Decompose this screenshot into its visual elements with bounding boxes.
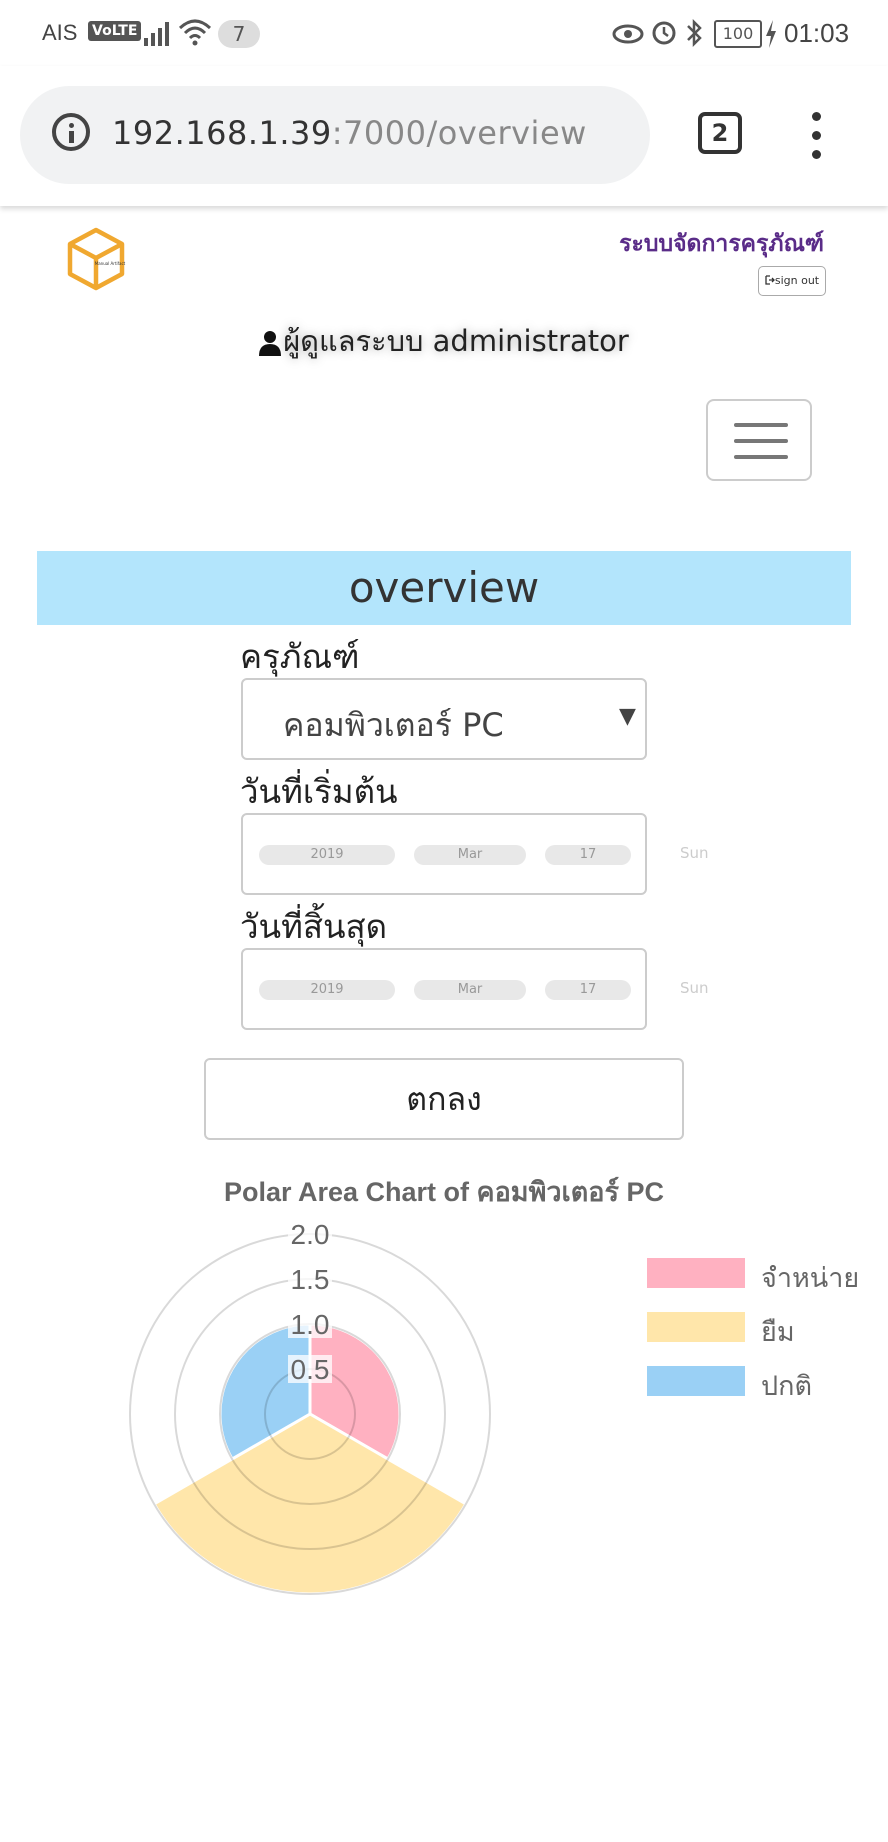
start-date-label: วันที่เริ่มต้น (240, 772, 398, 811)
url-host: 192.168.1.39 (112, 114, 332, 152)
legend-label: จำหน่าย (761, 1263, 860, 1294)
clock: 01:03 (784, 18, 850, 48)
cube-logo-icon: Manual Artifact (67, 227, 126, 291)
polar-area-chart: 0.5 1.0 1.5 2.0 (129, 1219, 491, 1596)
carrier-label: AIS (42, 20, 78, 45)
battery-level: 100 (722, 24, 754, 43)
legend-swatch (647, 1312, 745, 1342)
tab-count: 2 (711, 119, 729, 147)
status-bar: AIS VoLTE 7 100 01:03 (0, 0, 888, 66)
end-day[interactable]: 17 (545, 980, 631, 1000)
more-menu-icon[interactable] (810, 112, 822, 160)
charging-icon (766, 20, 776, 48)
browser-toolbar: 192.168.1.39:7000/overview 2 (0, 66, 888, 206)
legend-label: ยืม (761, 1317, 795, 1348)
start-date-input[interactable]: 2019 Mar 17 (241, 813, 647, 895)
start-year[interactable]: 2019 (259, 845, 395, 865)
logo-text: Manual Artifact (95, 261, 126, 266)
dropdown-arrow-icon: ▼ (619, 704, 636, 729)
user-icon (259, 331, 282, 356)
notification-count: 7 (218, 20, 260, 48)
tick-label-4: 2.0 (291, 1219, 330, 1250)
admin-name: ผู้ดูแลระบบ administrator (283, 324, 629, 358)
tab-switcher-button[interactable]: 2 (698, 112, 742, 154)
start-day[interactable]: 17 (545, 845, 631, 865)
equipment-selected-value: คอมพิวเตอร์ PC (283, 706, 504, 744)
tick-label-3: 1.5 (291, 1264, 330, 1295)
menu-toggle-button[interactable] (706, 399, 812, 481)
end-weekday: Sun (680, 979, 709, 997)
battery-icon: 100 (714, 20, 762, 48)
signal-icon (144, 22, 169, 46)
legend-swatch (647, 1366, 745, 1396)
alarm-icon (652, 21, 676, 45)
legend-label: ปกติ (761, 1371, 813, 1402)
end-year[interactable]: 2019 (259, 980, 395, 1000)
sign-out-button[interactable]: sign out (758, 266, 826, 296)
start-month[interactable]: Mar (414, 845, 526, 865)
equipment-select[interactable]: คอมพิวเตอร์ PC ▼ (241, 678, 647, 760)
eye-comfort-icon (612, 24, 644, 44)
url-text[interactable]: 192.168.1.39:7000/overview (112, 114, 587, 152)
sign-out-icon (765, 275, 775, 285)
tick-label-1: 0.5 (291, 1354, 330, 1385)
bluetooth-icon (687, 18, 702, 48)
end-date-label: วันที่สิ้นสุด (240, 907, 388, 946)
address-bar[interactable]: 192.168.1.39:7000/overview (20, 86, 650, 184)
volte-badge: VoLTE (88, 21, 142, 41)
admin-user-label: ผู้ดูแลระบบ administrator (0, 318, 888, 364)
system-title: ระบบจัดการครุภัณฑ์ (619, 231, 824, 257)
equipment-label: ครุภัณฑ์ (240, 637, 360, 676)
info-icon[interactable] (52, 113, 90, 151)
wifi-icon (178, 19, 212, 46)
start-weekday: Sun (680, 844, 709, 862)
sign-out-label: sign out (774, 274, 820, 287)
end-month[interactable]: Mar (414, 980, 526, 1000)
url-path: :7000/overview (331, 114, 587, 152)
tick-label-2: 1.0 (291, 1309, 330, 1340)
submit-button[interactable]: ตกลง (204, 1058, 684, 1140)
legend-swatch (647, 1258, 745, 1288)
page-title: overview (37, 551, 851, 625)
end-date-input[interactable]: 2019 Mar 17 (241, 948, 647, 1030)
